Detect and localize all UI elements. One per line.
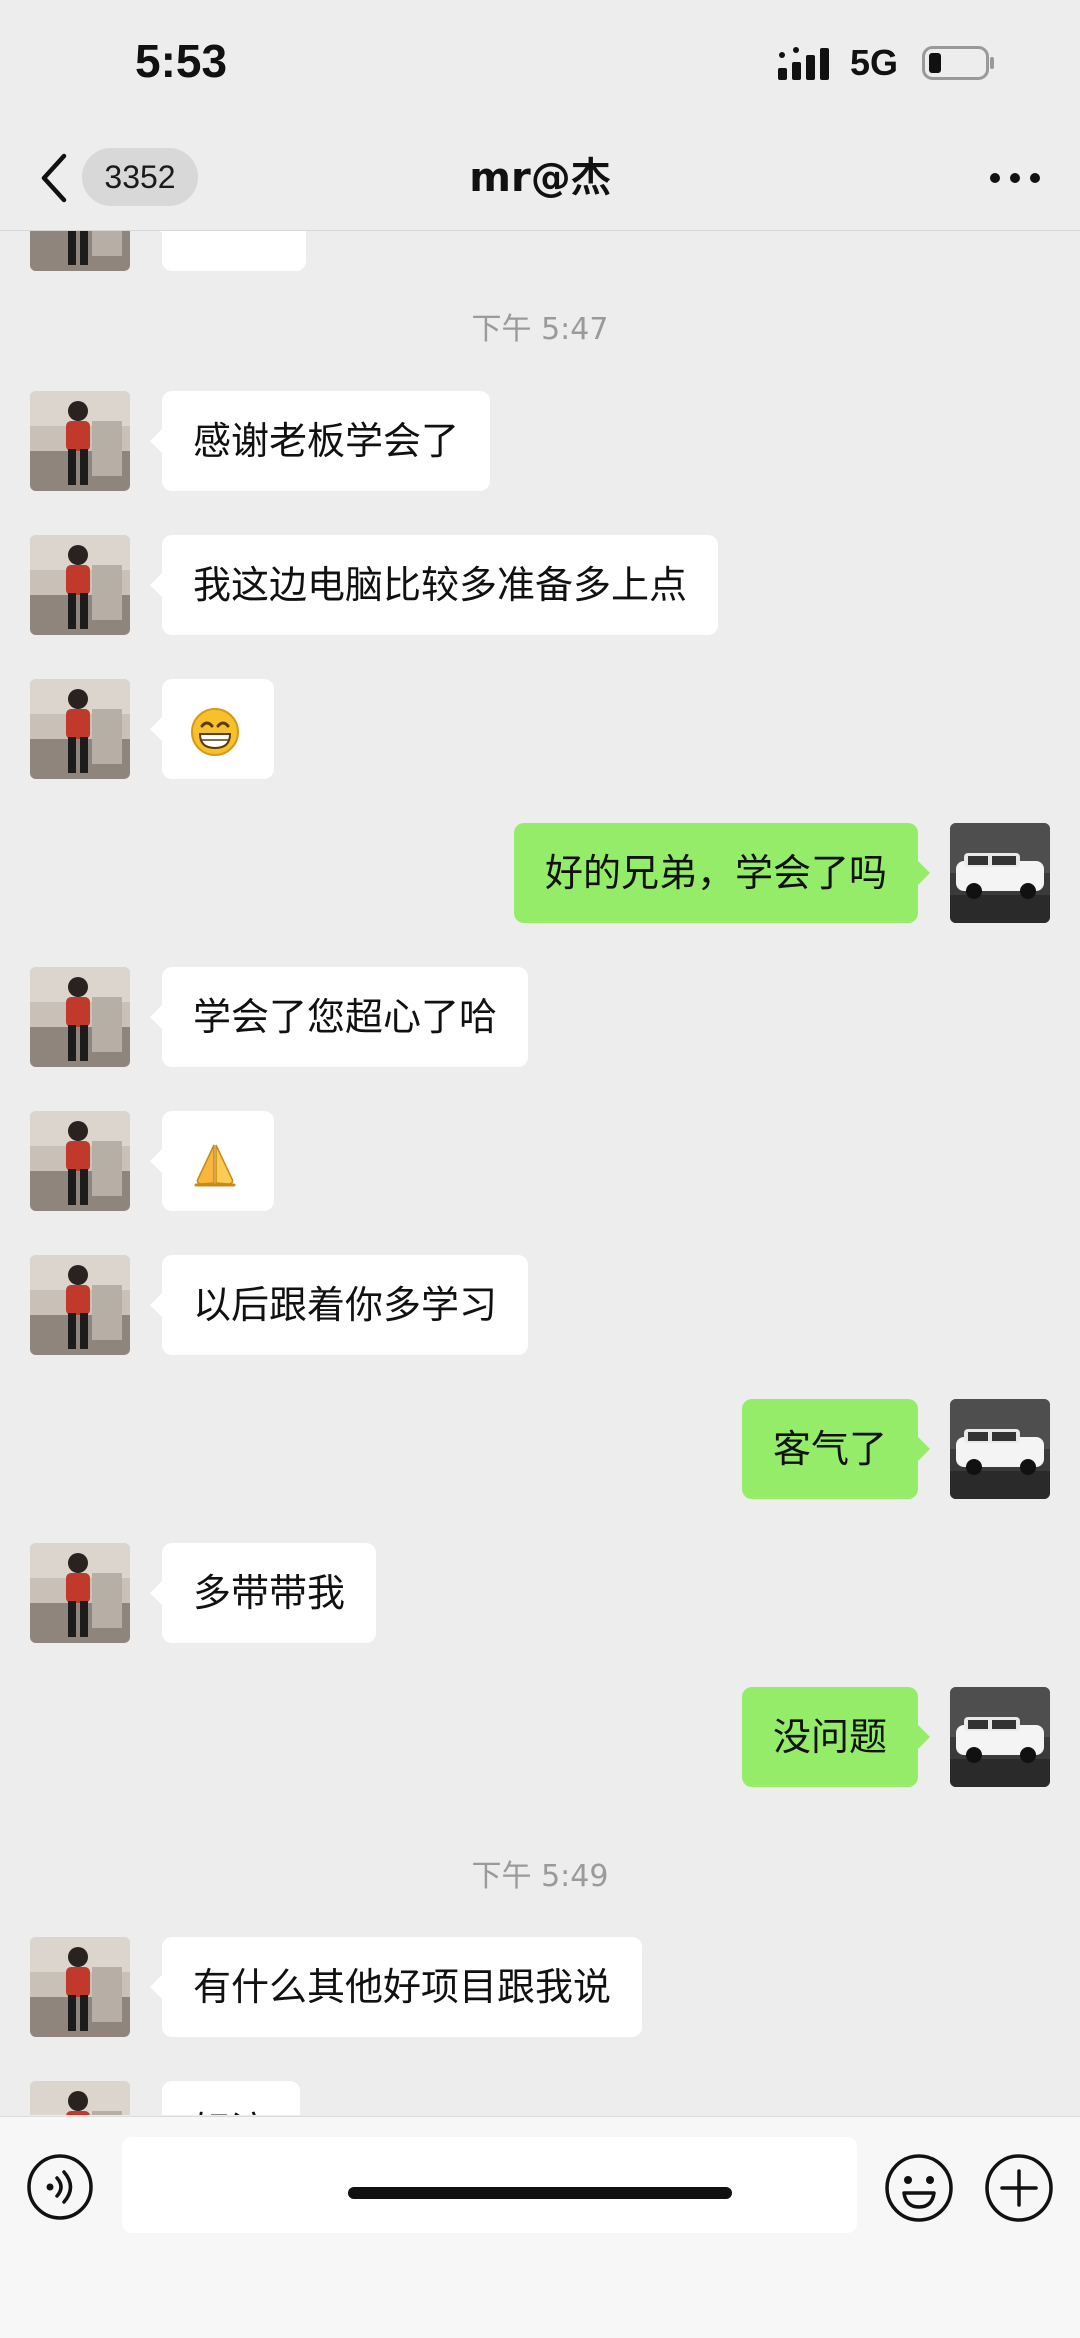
outgoing-message[interactable]: 没问题 [741, 1687, 931, 1787]
contact-avatar[interactable] [30, 535, 130, 635]
contact-avatar[interactable] [30, 2081, 130, 2115]
incoming-message[interactable]: 感谢老板学会了 [149, 391, 491, 491]
message-bubble-partial[interactable] [150, 231, 306, 271]
incoming-message[interactable]: 多带带我 [149, 1543, 377, 1643]
incoming-message[interactable]: 有什么其他好项目跟我说 [149, 1937, 643, 2037]
status-bar: 5:53 5G [0, 0, 1080, 130]
outgoing-message[interactable]: 客气了 [741, 1399, 931, 1499]
my-avatar[interactable] [950, 1687, 1050, 1787]
emoji-icon[interactable] [884, 2153, 954, 2223]
message-input[interactable] [122, 2137, 857, 2233]
status-time: 5:53 [135, 35, 228, 87]
my-avatar[interactable] [950, 823, 1050, 923]
contact-avatar[interactable] [30, 1937, 130, 2037]
my-avatar[interactable] [950, 1399, 1050, 1499]
incoming-message[interactable] [150, 679, 274, 779]
input-bar [0, 2116, 1080, 2338]
home-indicator[interactable] [348, 2187, 732, 2199]
signal-icon [778, 47, 829, 80]
incoming-message[interactable]: 学会了您超心了哈 [149, 967, 529, 1067]
contact-avatar[interactable] [30, 391, 130, 491]
battery-icon [922, 46, 994, 80]
contact-avatar[interactable] [30, 1255, 130, 1355]
outgoing-message[interactable]: 好的兄弟，学会了吗 [513, 823, 931, 923]
contact-avatar[interactable] [30, 967, 130, 1067]
contact-avatar[interactable] [30, 679, 130, 779]
grin-emoji-icon [191, 707, 239, 756]
contact-avatar[interactable] [30, 1111, 130, 1211]
network-type: 5G [850, 42, 899, 83]
incoming-message[interactable]: 我这边电脑比较多准备多上点 [149, 535, 719, 635]
chat-header: 3352 mr@杰 [0, 130, 1080, 231]
message-list[interactable]: 下午 5:47 感谢老板学会了 我这边电脑比较多准备多上点 好的兄弟，学会了吗 … [0, 231, 1080, 2115]
timestamp: 下午 5:49 [471, 1859, 609, 1894]
incoming-message[interactable] [150, 1111, 274, 1211]
timestamp: 下午 5:47 [471, 312, 609, 347]
incoming-message[interactable]: 以后跟着你多学习 [149, 1255, 529, 1355]
incoming-message-partial[interactable]: 好滴 [162, 2081, 301, 2115]
contact-avatar[interactable] [30, 231, 130, 271]
more-options-icon[interactable] [985, 158, 1045, 198]
chat-title: mr@杰 [469, 155, 611, 201]
folded-hands-emoji-icon [194, 1144, 236, 1186]
contact-avatar[interactable] [30, 1543, 130, 1643]
voice-input-icon[interactable] [26, 2153, 94, 2221]
plus-icon[interactable] [984, 2153, 1054, 2223]
